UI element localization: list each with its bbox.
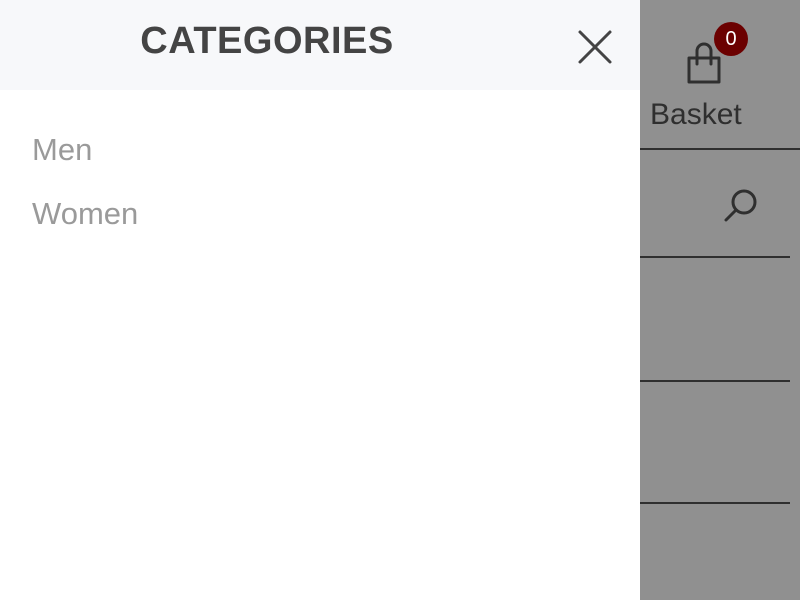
list-item: Women bbox=[32, 182, 138, 246]
search-icon bbox=[720, 189, 764, 232]
close-drawer-button[interactable] bbox=[572, 24, 618, 70]
content-divider bbox=[640, 502, 790, 504]
drawer-header: CATEGORIES bbox=[0, 0, 640, 90]
basket-count-badge: 0 bbox=[714, 22, 748, 56]
header-divider bbox=[640, 148, 800, 150]
close-icon bbox=[572, 30, 618, 74]
list-item: Men bbox=[32, 118, 138, 182]
category-list: Men Women bbox=[32, 118, 138, 246]
category-link-women[interactable]: Women bbox=[32, 182, 138, 246]
basket-link[interactable]: 0 Basket bbox=[648, 20, 768, 140]
search-button[interactable] bbox=[720, 184, 764, 228]
content-divider bbox=[640, 256, 790, 258]
category-link-men[interactable]: Men bbox=[32, 118, 138, 182]
basket-label: Basket bbox=[650, 98, 742, 131]
categories-drawer: CATEGORIES Men Women bbox=[0, 0, 640, 600]
content-divider bbox=[640, 380, 790, 382]
drawer-title: CATEGORIES bbox=[140, 20, 394, 62]
